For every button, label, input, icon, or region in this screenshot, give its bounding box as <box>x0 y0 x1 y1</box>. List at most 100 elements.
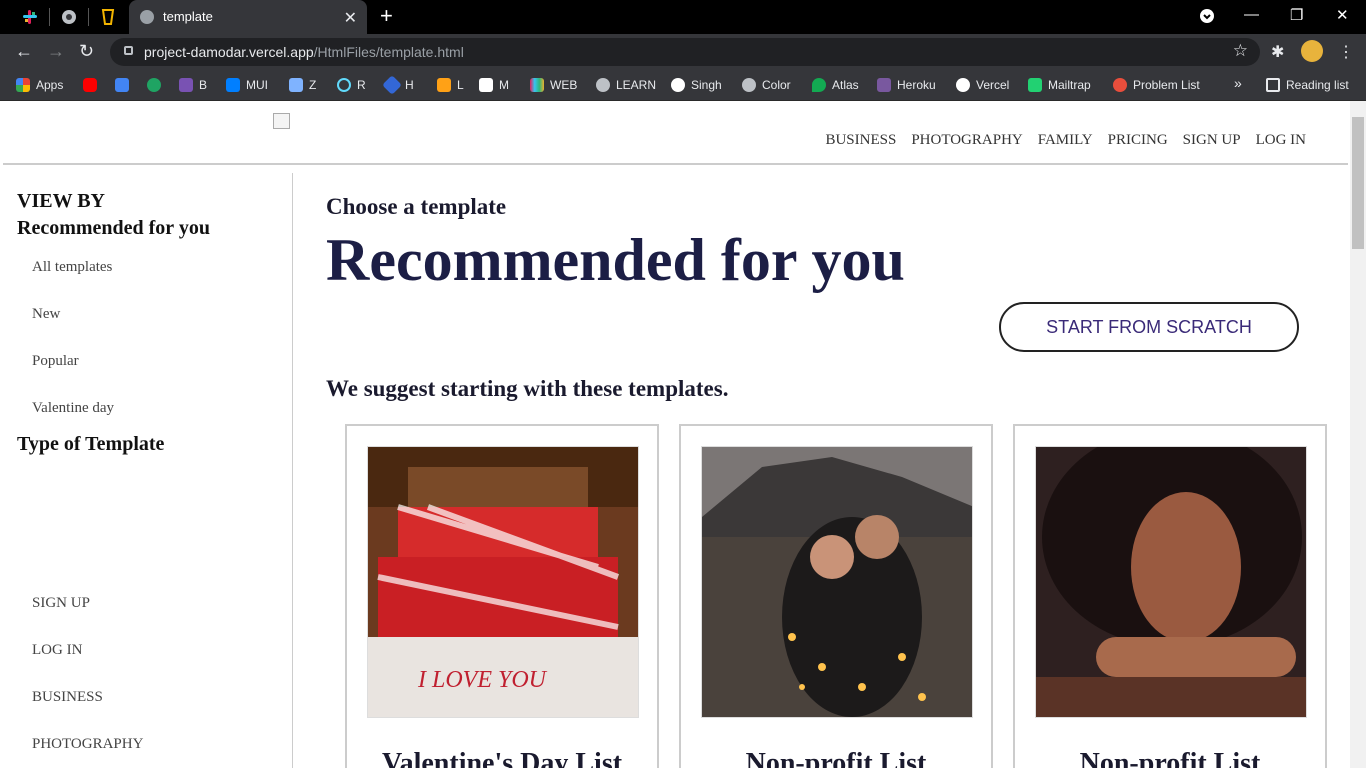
page-viewport: BUSINESS PHOTOGRAPHY FAMILY PRICING SIGN… <box>0 101 1350 768</box>
nav-sign-up[interactable]: SIGN UP <box>1183 132 1241 149</box>
sidebar: VIEW BY Recommended for you All template… <box>3 173 293 768</box>
back-icon[interactable]: ← <box>15 41 33 61</box>
bookmark-m[interactable]: M <box>479 76 509 94</box>
mongodb-leaf-icon <box>812 78 826 92</box>
reload-icon[interactable]: ↻ <box>79 41 94 61</box>
globe-icon <box>140 10 154 24</box>
bookmark-star-icon[interactable]: ☆ <box>1233 41 1248 61</box>
lock-icon <box>124 46 133 55</box>
card-title: Non-profit List <box>1079 748 1261 768</box>
view-by-heading: VIEW BY <box>17 190 105 212</box>
sidebar-photography[interactable]: PHOTOGRAPHY <box>32 736 143 753</box>
translate-icon <box>115 78 129 92</box>
bootstrap-icon <box>179 78 193 92</box>
reading-list[interactable]: Reading list <box>1266 76 1349 94</box>
nav-pricing[interactable]: PRICING <box>1108 132 1168 149</box>
bookmark-youtube[interactable] <box>83 76 97 94</box>
tab-search-icon[interactable] <box>1200 9 1214 27</box>
bookmark-h[interactable]: H <box>382 75 414 95</box>
card-title: Valentine's Day List <box>381 748 623 768</box>
globe-tab-icon[interactable] <box>57 6 81 28</box>
template-card[interactable]: Non-profit List <box>1013 424 1327 768</box>
svg-text:I LOVE YOU: I LOVE YOU <box>417 667 548 693</box>
bookmark-z[interactable]: Z <box>289 76 316 94</box>
bookmark-vercel[interactable]: Vercel <box>956 76 1009 94</box>
extensions-icon[interactable]: ✱ <box>1271 42 1284 62</box>
apps-grid-icon <box>16 78 30 92</box>
maximize-icon[interactable]: ❐ <box>1290 6 1303 24</box>
close-window-icon[interactable]: ✕ <box>1336 6 1349 24</box>
tab-title: template <box>163 9 213 24</box>
bookmark-translate[interactable] <box>115 76 129 94</box>
card-title: Non-profit List <box>745 748 927 768</box>
bookmark-learn[interactable]: LEARN <box>596 76 656 94</box>
more-bookmarks-icon[interactable]: » <box>1234 75 1242 91</box>
diamond-icon <box>382 75 402 95</box>
start-from-scratch-button[interactable]: START FROM SCRATCH <box>999 302 1299 352</box>
bookmark-apps[interactable]: Apps <box>16 76 63 94</box>
filter-popular[interactable]: Popular <box>32 353 79 370</box>
menu-kebab-icon[interactable]: ⋮ <box>1338 42 1354 62</box>
bookmark-mailtrap[interactable]: Mailtrap <box>1028 76 1091 94</box>
bookmark-mui[interactable]: MUI <box>226 76 268 94</box>
slack-icon <box>530 78 544 92</box>
minimize-icon[interactable]: — <box>1244 6 1259 23</box>
bookmark-atlas[interactable]: Atlas <box>812 76 859 94</box>
woman-portrait-image[interactable] <box>1035 446 1307 718</box>
tab-active[interactable]: template ✕ <box>129 0 367 34</box>
nav-business[interactable]: BUSINESS <box>825 132 896 149</box>
close-tab-icon[interactable]: ✕ <box>344 8 357 28</box>
whatsapp-icon <box>147 78 161 92</box>
recommended-heading: Recommended for you <box>17 217 210 239</box>
medium-icon <box>479 78 493 92</box>
template-card[interactable]: I LOVE YOU Valentine's Day List <box>345 424 659 768</box>
forward-icon[interactable]: → <box>47 41 65 61</box>
tab-separator <box>88 8 89 26</box>
globe-icon <box>742 78 756 92</box>
broken-logo-image[interactable] <box>273 113 290 129</box>
bookmark-singh[interactable]: Singh <box>671 76 722 94</box>
address-bar[interactable]: project-damodar.vercel.app/HtmlFiles/tem… <box>110 38 1260 66</box>
sidebar-log-in[interactable]: LOG IN <box>32 642 82 659</box>
bookmark-l[interactable]: L <box>437 76 464 94</box>
filter-valentine-day[interactable]: Valentine day <box>32 400 114 417</box>
vercel-icon <box>956 78 970 92</box>
document-tab-icon[interactable] <box>96 6 120 28</box>
filter-new[interactable]: New <box>32 306 60 323</box>
url-text: project-damodar.vercel.app/HtmlFiles/tem… <box>144 44 464 60</box>
site-header: BUSINESS PHOTOGRAPHY FAMILY PRICING SIGN… <box>3 101 1348 165</box>
problem-list-icon <box>1113 78 1127 92</box>
mailtrap-icon <box>1028 78 1042 92</box>
github-icon <box>671 78 685 92</box>
slack-tab-icon[interactable] <box>18 6 42 28</box>
new-tab-button[interactable]: + <box>380 5 393 27</box>
zoho-icon <box>289 78 303 92</box>
nav-photography[interactable]: PHOTOGRAPHY <box>911 132 1022 149</box>
scrollbar-thumb[interactable] <box>1352 117 1364 249</box>
main-nav: BUSINESS PHOTOGRAPHY FAMILY PRICING SIGN… <box>825 132 1306 149</box>
sidebar-sign-up[interactable]: SIGN UP <box>32 595 90 612</box>
nav-log-in[interactable]: LOG IN <box>1256 132 1306 149</box>
tab-strip: template ✕ + — ❐ ✕ <box>0 0 1366 34</box>
page-title: Recommended for you <box>326 227 905 293</box>
leetcode-icon <box>437 78 451 92</box>
bookmarks-bar: Apps B MUI Z R H L M WEB LEARN Singh Col… <box>0 70 1366 101</box>
template-card[interactable]: Non-profit List <box>679 424 993 768</box>
bookmark-b[interactable]: B <box>179 76 207 94</box>
bookmark-r[interactable]: R <box>337 76 366 94</box>
browser-toolbar: ← → ↻ project-damodar.vercel.app/HtmlFil… <box>0 34 1366 70</box>
choose-template-subheading: Choose a template <box>326 194 507 219</box>
bookmark-web[interactable]: WEB <box>530 76 577 94</box>
nav-family[interactable]: FAMILY <box>1038 132 1093 149</box>
bookmark-green[interactable] <box>147 76 161 94</box>
valentine-gifts-image[interactable]: I LOVE YOU <box>367 446 639 718</box>
suggestion-text: We suggest starting with these templates… <box>326 376 729 401</box>
filter-all-templates[interactable]: All templates <box>32 259 112 276</box>
bookmark-color[interactable]: Color <box>742 76 791 94</box>
bookmark-heroku[interactable]: Heroku <box>877 76 936 94</box>
sidebar-business[interactable]: BUSINESS <box>32 689 103 706</box>
couple-photo-image[interactable] <box>701 446 973 718</box>
avatar[interactable] <box>1301 40 1323 62</box>
heroku-icon <box>877 78 891 92</box>
bookmark-problem-list[interactable]: Problem List <box>1113 76 1200 94</box>
